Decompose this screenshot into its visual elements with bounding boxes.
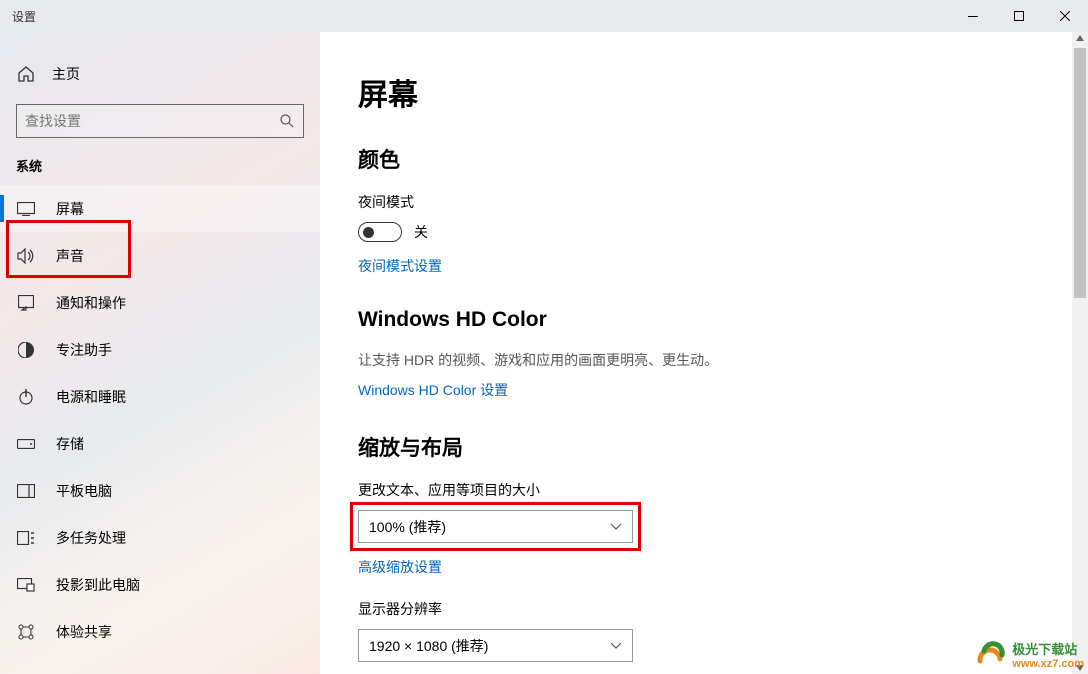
search-icon [279, 113, 295, 129]
sidebar-item-storage[interactable]: 存储 [0, 420, 320, 467]
scale-size-value: 100% (推荐) [369, 517, 446, 537]
minimize-button[interactable] [950, 0, 996, 32]
search-input[interactable] [16, 104, 304, 138]
power-icon [16, 387, 36, 407]
section-color-heading: 颜色 [358, 144, 1048, 174]
scroll-up-icon[interactable] [1075, 34, 1085, 42]
night-mode-label: 夜间模式 [358, 192, 1048, 212]
search-field[interactable] [25, 113, 279, 129]
display-icon [16, 199, 36, 219]
resolution-value: 1920 × 1080 (推荐) [369, 636, 488, 656]
sidebar-item-label: 声音 [56, 246, 84, 266]
sidebar-item-sound[interactable]: 声音 [0, 232, 320, 279]
sidebar-item-share[interactable]: 体验共享 [0, 608, 320, 655]
sidebar-item-label: 存储 [56, 434, 84, 454]
share-icon [16, 622, 36, 642]
resolution-dropdown[interactable]: 1920 × 1080 (推荐) [358, 629, 633, 662]
maximize-button[interactable] [996, 0, 1042, 32]
section-scale-heading: 缩放与布局 [358, 432, 1048, 462]
sidebar-item-label: 投影到此电脑 [56, 575, 140, 595]
project-icon [16, 575, 36, 595]
sound-icon [16, 246, 36, 266]
window-title: 设置 [0, 8, 36, 25]
toggle-state-label: 关 [414, 222, 428, 242]
sidebar-item-label: 体验共享 [56, 622, 112, 642]
sidebar-item-label: 通知和操作 [56, 293, 126, 313]
watermark: 极光下载站 www.xz7.com [974, 639, 1084, 670]
notification-icon [16, 293, 36, 313]
sidebar-item-power[interactable]: 电源和睡眠 [0, 373, 320, 420]
focus-icon [16, 340, 36, 360]
toggle-knob [363, 227, 374, 238]
section-hd-heading: Windows HD Color [358, 308, 1048, 332]
sidebar-item-label: 多任务处理 [56, 528, 126, 548]
chevron-down-icon [610, 642, 622, 650]
advanced-scale-link[interactable]: 高级缩放设置 [358, 557, 442, 577]
multitask-icon [16, 528, 36, 548]
sidebar: 主页 系统 屏幕 声音 通知和操作 专注助手 电源和睡眠 存储 [0, 32, 320, 674]
scrollbar-thumb[interactable] [1074, 48, 1086, 298]
night-mode-toggle[interactable] [358, 222, 402, 242]
home-label: 主页 [52, 64, 80, 84]
watermark-text-1: 极光下载站 [1012, 639, 1084, 658]
home-icon [16, 64, 36, 84]
sidebar-item-project[interactable]: 投影到此电脑 [0, 561, 320, 608]
storage-icon [16, 434, 36, 454]
main-content: 屏幕 颜色 夜间模式 关 夜间模式设置 Windows HD Color 让支持… [320, 32, 1088, 674]
sidebar-item-notifications[interactable]: 通知和操作 [0, 279, 320, 326]
sidebar-item-label: 屏幕 [56, 199, 84, 219]
sidebar-item-label: 专注助手 [56, 340, 112, 360]
sidebar-item-display[interactable]: 屏幕 [0, 185, 320, 232]
tablet-icon [16, 481, 36, 501]
close-button[interactable] [1042, 0, 1088, 32]
resolution-label: 显示器分辨率 [358, 599, 1048, 619]
night-mode-settings-link[interactable]: 夜间模式设置 [358, 256, 442, 276]
hd-description: 让支持 HDR 的视频、游戏和应用的画面更明亮、更生动。 [358, 350, 1048, 370]
scale-size-label: 更改文本、应用等项目的大小 [358, 480, 1048, 500]
sidebar-item-label: 平板电脑 [56, 481, 112, 501]
scale-size-dropdown[interactable]: 100% (推荐) [358, 510, 633, 543]
section-label: 系统 [0, 156, 320, 185]
chevron-down-icon [610, 523, 622, 531]
titlebar: 设置 [0, 0, 1088, 32]
sidebar-item-multitask[interactable]: 多任务处理 [0, 514, 320, 561]
home-button[interactable]: 主页 [0, 56, 320, 92]
sidebar-item-focus[interactable]: 专注助手 [0, 326, 320, 373]
sidebar-item-label: 电源和睡眠 [56, 387, 126, 407]
sidebar-item-tablet[interactable]: 平板电脑 [0, 467, 320, 514]
scrollbar-track[interactable] [1072, 32, 1088, 674]
hd-settings-link[interactable]: Windows HD Color 设置 [358, 380, 508, 400]
watermark-text-2: www.xz7.com [1012, 658, 1084, 670]
watermark-logo-icon [974, 641, 1008, 669]
page-title: 屏幕 [358, 70, 1048, 114]
